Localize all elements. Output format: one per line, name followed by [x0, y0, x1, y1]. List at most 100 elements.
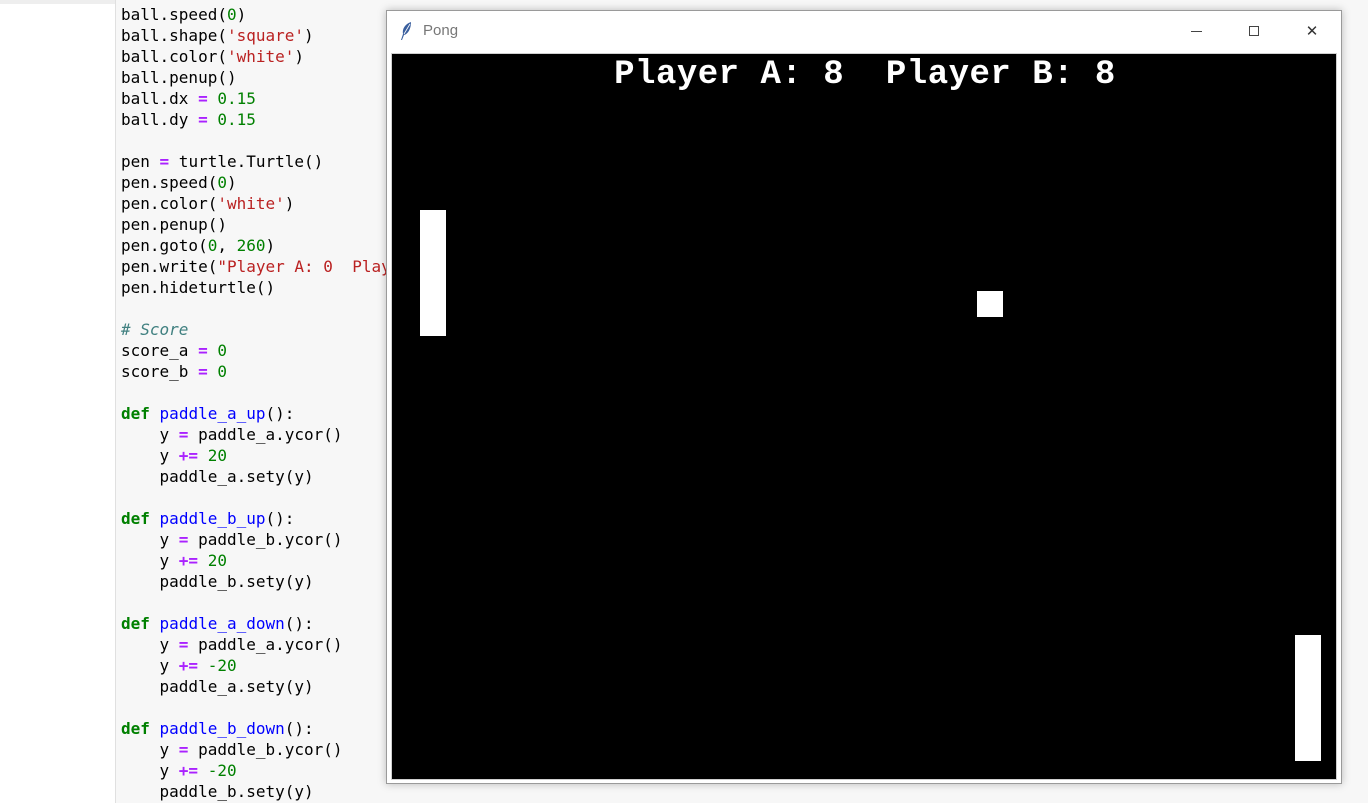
code-line: def paddle_b_up(): [121, 508, 391, 529]
code-token: paddle_b.ycor() [188, 740, 343, 759]
code-token: y [121, 425, 179, 444]
code-token: ball.color( [121, 47, 227, 66]
code-token: paddle_a_up [159, 404, 266, 423]
close-button[interactable]: ✕ [1283, 11, 1341, 51]
code-line: pen.penup() [121, 214, 391, 235]
code-token: ) [294, 47, 305, 66]
code-line: ball.dx = 0.15 [121, 88, 391, 109]
code-token: = [198, 110, 208, 129]
code-token: 0 [207, 236, 218, 255]
code-line: # Score [121, 319, 391, 340]
code-line: score_a = 0 [121, 340, 391, 361]
code-token: ball.dy [121, 110, 199, 129]
code-line: y = paddle_a.ycor() [121, 424, 391, 445]
code-line: y = paddle_a.ycor() [121, 634, 391, 655]
code-line: y += 20 [121, 445, 391, 466]
code-token: ) [284, 194, 295, 213]
code-line: paddle_a.sety(y) [121, 676, 391, 697]
code-line: y = paddle_b.ycor() [121, 739, 391, 760]
maximize-icon [1249, 26, 1259, 36]
code-token: ) [236, 5, 247, 24]
close-icon: ✕ [1305, 22, 1319, 40]
code-token: += [178, 656, 199, 675]
code-token: pen.goto( [121, 236, 208, 255]
code-line: def paddle_a_up(): [121, 403, 391, 424]
code-token: 0.15 [207, 110, 256, 129]
code-token: ) [265, 236, 276, 255]
code-token: paddle_b.sety(y) [121, 572, 314, 591]
score-display: Player A: 8 Player B: 8 [614, 56, 1116, 94]
code-token: += [178, 551, 199, 570]
code-token: y [121, 656, 179, 675]
code-token: pen [121, 152, 160, 171]
code-token: pen.color( [121, 194, 218, 213]
maximize-button[interactable] [1225, 11, 1283, 51]
code-token: y [121, 740, 179, 759]
feather-icon [401, 22, 411, 40]
code-line: ball.speed(0) [121, 4, 391, 25]
code-token: 20 [198, 446, 227, 465]
code-token: y [121, 761, 179, 780]
code-token: score_a [121, 341, 199, 360]
code-line: paddle_b.sety(y) [121, 781, 391, 802]
code-line: def paddle_a_down(): [121, 613, 391, 634]
code-token: 0 [207, 341, 227, 360]
code-token: += [178, 761, 199, 780]
code-token: 0.15 [207, 89, 256, 108]
code-token: paddle_a.sety(y) [121, 677, 314, 696]
code-line: y = paddle_b.ycor() [121, 529, 391, 550]
ball [977, 291, 1003, 317]
code-token: = [198, 89, 208, 108]
code-token: y [121, 446, 179, 465]
code-token: = [178, 425, 189, 444]
code-token: ) [304, 26, 314, 45]
code-view[interactable]: ball.speed(0) ball.shape('square') ball.co… [121, 4, 391, 802]
window-title: Pong [423, 22, 459, 39]
code-line: pen.hideturtle() [121, 277, 391, 298]
code-token: def [121, 614, 150, 633]
code-line: pen.goto(0, 260) [121, 235, 391, 256]
code-token: 'white' [217, 194, 285, 213]
paddle-a [420, 210, 446, 336]
code-token: def [121, 719, 150, 738]
code-token: 'white' [226, 47, 295, 66]
code-token: (): [265, 404, 295, 423]
code-token: def [121, 404, 150, 423]
code-token: paddle_b_down [159, 719, 285, 738]
code-token: ball.penup() [121, 68, 237, 87]
code-token: def [121, 509, 150, 528]
code-token: y [121, 530, 179, 549]
code-line: paddle_a.sety(y) [121, 466, 391, 487]
code-token: score_b [121, 362, 199, 381]
code-token: ball.speed( [121, 5, 227, 24]
code-token: paddle_b.sety(y) [121, 782, 314, 801]
code-token: "Player A: 0 Play [217, 257, 391, 276]
title-bar[interactable]: Pong ✕ [387, 11, 1341, 51]
code-line: ball.penup() [121, 67, 391, 88]
code-token: paddle_a.sety(y) [121, 467, 314, 486]
code-token: = [198, 362, 208, 381]
code-token: = [198, 341, 208, 360]
code-token: (): [284, 719, 314, 738]
code-line: y += -20 [121, 760, 391, 781]
code-token: (): [265, 509, 295, 528]
code-token: paddle_b.ycor() [188, 530, 343, 549]
code-token: paddle_a.ycor() [188, 635, 343, 654]
pong-window[interactable]: Pong ✕ Player A: 8 Player B: 8 [386, 10, 1342, 784]
game-canvas[interactable]: Player A: 8 Player B: 8 [391, 53, 1337, 780]
code-token: ) [226, 173, 237, 192]
code-line: def paddle_b_down(): [121, 718, 391, 739]
code-token: 0 [207, 362, 227, 381]
code-token: y [121, 635, 179, 654]
minimize-icon [1190, 30, 1202, 32]
code-token: pen.hideturtle() [121, 278, 276, 297]
minimize-button[interactable] [1167, 11, 1225, 51]
